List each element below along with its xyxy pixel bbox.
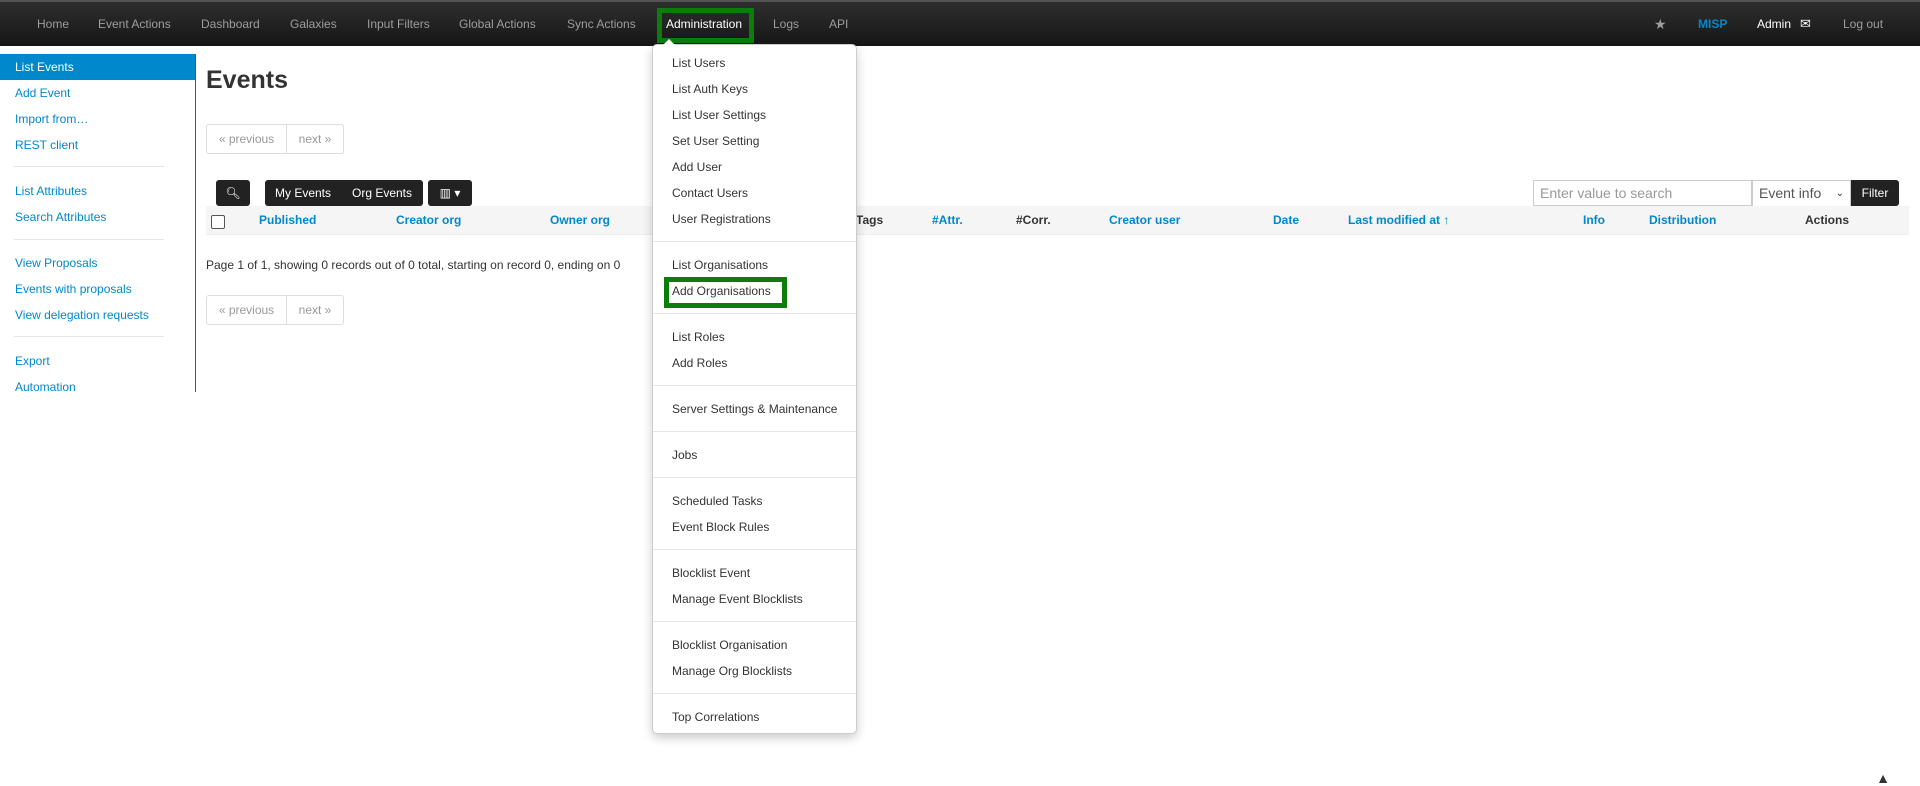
- column-published[interactable]: Published: [259, 206, 316, 234]
- scroll-top-icon[interactable]: ▲: [1876, 770, 1890, 786]
- paging-info: Page 1 of 1, showing 0 records out of 0 …: [206, 258, 621, 272]
- sidebar-item-events-with-proposals[interactable]: Events with proposals: [0, 276, 195, 302]
- pager-bottom: « previous next »: [206, 295, 344, 325]
- menu-manage-event-blocklists[interactable]: Manage Event Blocklists: [672, 586, 803, 612]
- administration-highlight: [657, 8, 754, 43]
- menu-add-user[interactable]: Add User: [672, 154, 722, 180]
- column-distribution[interactable]: Distribution: [1649, 206, 1716, 234]
- column-creator-user[interactable]: Creator user: [1109, 206, 1180, 234]
- column-last-modified[interactable]: Last modified at ↑: [1348, 206, 1449, 234]
- column-tags: Tags: [856, 213, 884, 227]
- brand-misp[interactable]: MISP: [1698, 2, 1727, 46]
- menu-jobs[interactable]: Jobs: [672, 442, 697, 468]
- nav-galaxies[interactable]: Galaxies: [290, 2, 337, 46]
- page-title: Events: [206, 66, 288, 94]
- user-admin[interactable]: Admin: [1757, 2, 1791, 46]
- filter-button[interactable]: Filter: [1851, 180, 1899, 206]
- column-attr-count[interactable]: #Attr.: [932, 206, 963, 234]
- nav-sync-actions[interactable]: Sync Actions: [567, 2, 636, 46]
- sidebar-item-view-proposals[interactable]: View Proposals: [0, 250, 195, 276]
- sidebar-item-automation[interactable]: Automation: [0, 374, 195, 400]
- menu-top-correlations[interactable]: Top Correlations: [672, 704, 759, 730]
- sidebar-divider: [14, 166, 164, 167]
- menu-list-user-settings[interactable]: List User Settings: [672, 102, 766, 128]
- menu-contact-users[interactable]: Contact Users: [672, 180, 748, 206]
- column-owner-org[interactable]: Owner org: [550, 206, 610, 234]
- menu-divider: [653, 431, 856, 432]
- nav-home[interactable]: Home: [37, 2, 69, 46]
- menu-list-users[interactable]: List Users: [672, 50, 725, 76]
- select-all-checkbox[interactable]: [211, 215, 225, 229]
- previous-button[interactable]: « previous: [206, 124, 287, 154]
- dropdown-caret: [663, 39, 675, 45]
- menu-list-roles[interactable]: List Roles: [672, 324, 725, 350]
- sidebar-item-add-event[interactable]: Add Event: [0, 80, 195, 106]
- menu-set-user-setting[interactable]: Set User Setting: [672, 128, 759, 154]
- columns-icon: ▥ ▾: [439, 186, 461, 200]
- menu-add-roles[interactable]: Add Roles: [672, 350, 727, 376]
- menu-divider: [653, 241, 856, 242]
- add-organisations-highlight: [664, 277, 787, 308]
- org-events-button[interactable]: Org Events: [341, 180, 423, 206]
- sidebar-item-import-from[interactable]: Import from…: [0, 106, 195, 132]
- nav-global-actions[interactable]: Global Actions: [459, 2, 536, 46]
- menu-manage-org-blocklists[interactable]: Manage Org Blocklists: [672, 658, 792, 684]
- menu-scheduled-tasks[interactable]: Scheduled Tasks: [672, 488, 763, 514]
- nav-logs[interactable]: Logs: [773, 2, 799, 46]
- menu-blocklist-organisation[interactable]: Blocklist Organisation: [672, 632, 787, 658]
- search-icon: 🔍︎: [225, 186, 241, 200]
- search-input[interactable]: [1533, 180, 1752, 206]
- column-date[interactable]: Date: [1273, 206, 1299, 234]
- previous-button[interactable]: « previous: [206, 295, 287, 325]
- sidebar-item-search-attributes[interactable]: Search Attributes: [0, 204, 195, 230]
- nav-input-filters[interactable]: Input Filters: [367, 2, 430, 46]
- menu-divider: [653, 385, 856, 386]
- column-actions: Actions: [1805, 213, 1850, 227]
- sidebar-item-export[interactable]: Export: [0, 348, 195, 374]
- column-info[interactable]: Info: [1583, 206, 1605, 234]
- nav-api[interactable]: API: [829, 2, 848, 46]
- table-header: Published Creator org Owner org Tags #At…: [206, 206, 1909, 235]
- top-navbar: Home Event Actions Dashboard Galaxies In…: [0, 0, 1920, 46]
- sidebar-divider: [14, 239, 164, 240]
- sidebar-item-rest-client[interactable]: REST client: [0, 132, 195, 158]
- column-corr-count: #Corr.: [1016, 213, 1051, 227]
- nav-event-actions[interactable]: Event Actions: [98, 2, 171, 46]
- menu-divider: [653, 477, 856, 478]
- search-toggle-button[interactable]: 🔍︎: [216, 180, 250, 206]
- menu-server-settings[interactable]: Server Settings & Maintenance: [672, 396, 837, 422]
- next-button[interactable]: next »: [286, 295, 344, 325]
- menu-list-auth-keys[interactable]: List Auth Keys: [672, 76, 748, 102]
- menu-divider: [653, 621, 856, 622]
- column-picker-button[interactable]: ▥ ▾: [428, 180, 472, 206]
- sidebar-item-list-attributes[interactable]: List Attributes: [0, 178, 195, 204]
- menu-user-registrations[interactable]: User Registrations: [672, 206, 771, 232]
- menu-list-organisations[interactable]: List Organisations: [672, 252, 768, 278]
- search-field-select[interactable]: Event info ⌄: [1752, 180, 1851, 207]
- chevron-down-icon: ⌄: [1835, 188, 1844, 199]
- logout-link[interactable]: Log out: [1843, 2, 1883, 46]
- star-icon[interactable]: ★: [1654, 2, 1667, 46]
- sidebar: List Events Add Event Import from… REST …: [0, 54, 196, 394]
- menu-blocklist-event[interactable]: Blocklist Event: [672, 560, 750, 586]
- administration-dropdown: List Users List Auth Keys List User Sett…: [652, 39, 857, 734]
- pager-top: « previous next »: [206, 124, 344, 154]
- column-creator-org[interactable]: Creator org: [396, 206, 461, 234]
- menu-event-block-rules[interactable]: Event Block Rules: [672, 514, 769, 540]
- menu-divider: [653, 693, 856, 694]
- nav-dashboard[interactable]: Dashboard: [201, 2, 260, 46]
- search-field-value: Event info: [1759, 185, 1822, 201]
- my-events-button[interactable]: My Events: [265, 180, 341, 206]
- sidebar-item-list-events[interactable]: List Events: [0, 54, 195, 80]
- menu-divider: [653, 313, 856, 314]
- sidebar-divider: [14, 336, 164, 337]
- next-button[interactable]: next »: [286, 124, 344, 154]
- envelope-icon[interactable]: ✉: [1800, 2, 1811, 46]
- sidebar-item-view-delegation-requests[interactable]: View delegation requests: [0, 302, 195, 328]
- menu-divider: [653, 549, 856, 550]
